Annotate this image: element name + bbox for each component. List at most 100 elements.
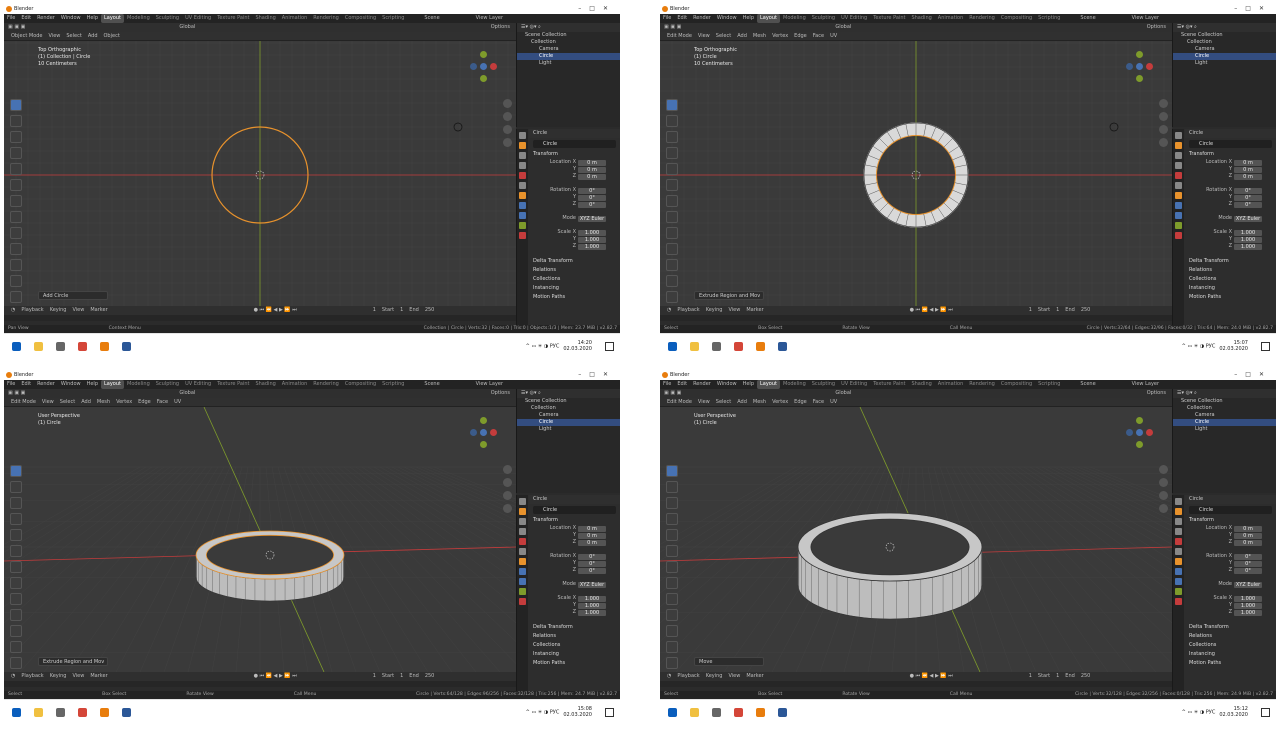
viewport-menu-item[interactable]: Edge <box>791 398 810 406</box>
section-relations[interactable]: Relations <box>1185 266 1276 275</box>
viewport-menu-item[interactable]: Object <box>101 32 123 40</box>
tab-workspace[interactable]: Modeling <box>124 380 153 389</box>
tab-workspace[interactable]: Texture Paint <box>214 14 252 23</box>
field-value[interactable]: XYZ Euler <box>578 215 606 222</box>
field-value[interactable]: 1.000 <box>1234 229 1262 236</box>
tool-button[interactable] <box>10 243 22 255</box>
field-value[interactable]: 0 m <box>578 539 606 546</box>
field-value[interactable]: 1.000 <box>578 229 606 236</box>
field-value[interactable]: 0° <box>578 567 606 574</box>
current-frame-field[interactable]: 1 <box>1026 306 1035 315</box>
menu-render[interactable]: Render <box>690 380 714 389</box>
tab-workspace[interactable]: Layout <box>101 380 124 389</box>
field-value[interactable]: 0° <box>578 201 606 208</box>
tool-button[interactable] <box>10 195 22 207</box>
collection-item[interactable]: Collection <box>1173 39 1276 46</box>
properties-tab-icon[interactable] <box>519 558 526 565</box>
marker-menu[interactable]: Marker <box>743 306 766 315</box>
properties-tab-icon[interactable] <box>1175 212 1182 219</box>
menu-file[interactable]: File <box>660 14 674 23</box>
field-value[interactable]: 0 m <box>1234 166 1262 173</box>
menu-help[interactable]: Help <box>84 14 101 23</box>
notification-icon[interactable] <box>605 708 614 717</box>
tab-workspace[interactable]: Compositing <box>342 380 379 389</box>
field-value[interactable]: 1.000 <box>1234 236 1262 243</box>
chrome-icon[interactable] <box>78 708 87 717</box>
tab-workspace[interactable]: UV Editing <box>182 14 214 23</box>
section-collections[interactable]: Collections <box>1185 275 1276 284</box>
grid-view-icon[interactable] <box>1159 504 1168 513</box>
blender-taskbar-icon[interactable] <box>100 342 109 351</box>
word-icon[interactable] <box>778 708 787 717</box>
field-value[interactable]: 0° <box>1234 553 1262 560</box>
properties-tab-icon[interactable] <box>519 152 526 159</box>
tool-button[interactable] <box>10 211 22 223</box>
tool-button[interactable] <box>666 291 678 303</box>
tab-workspace[interactable]: Modeling <box>780 380 809 389</box>
word-icon[interactable] <box>122 708 131 717</box>
section-delta-transform[interactable]: Delta Transform <box>529 257 620 266</box>
field-value[interactable]: 0 m <box>578 173 606 180</box>
camera-view-icon[interactable] <box>1159 125 1168 134</box>
last-operator-panel[interactable]: Move <box>694 657 764 666</box>
properties-tab-icon[interactable] <box>1175 588 1182 595</box>
section-motion-paths[interactable]: Motion Paths <box>529 293 620 302</box>
camera-item[interactable]: Camera <box>1173 412 1276 419</box>
tab-workspace[interactable]: Shading <box>252 14 278 23</box>
tool-button[interactable] <box>666 561 678 573</box>
tool-button[interactable] <box>10 99 22 111</box>
scene-collection-item[interactable]: Scene Collection <box>1173 398 1276 405</box>
properties-tab-icon[interactable] <box>519 182 526 189</box>
file-explorer-icon[interactable] <box>690 342 699 351</box>
chrome-icon[interactable] <box>734 342 743 351</box>
gizmo-axis-icon[interactable] <box>1146 429 1153 436</box>
field-value[interactable]: 0° <box>1234 187 1262 194</box>
field-value[interactable]: 1.000 <box>578 609 606 616</box>
start-menu-icon[interactable] <box>12 342 21 351</box>
orientation-dropdown[interactable]: Global <box>177 23 197 32</box>
viewport-menu-item[interactable]: Edit Mode <box>664 398 695 406</box>
viewport-menu-item[interactable]: Add <box>734 398 750 406</box>
grid-view-icon[interactable] <box>503 138 512 147</box>
tool-button[interactable] <box>666 609 678 621</box>
scene-selector[interactable]: Scene <box>1077 14 1098 23</box>
last-operator-panel[interactable]: Extrude Region and Mov <box>38 657 108 666</box>
viewport-menu-item[interactable]: Vertex <box>113 398 135 406</box>
field-value[interactable]: 1.000 <box>1234 243 1262 250</box>
field-value[interactable]: 0° <box>578 187 606 194</box>
properties-tab-icon[interactable] <box>1175 182 1182 189</box>
gizmo-axis-icon[interactable] <box>1126 63 1133 70</box>
tab-workspace[interactable]: UV Editing <box>182 380 214 389</box>
tool-button[interactable] <box>666 545 678 557</box>
menu-help[interactable]: Help <box>740 380 757 389</box>
gizmo-axis-icon[interactable] <box>480 441 487 448</box>
section-instancing[interactable]: Instancing <box>1185 284 1276 293</box>
tab-workspace[interactable]: Layout <box>101 14 124 23</box>
object-name-field[interactable]: Circle <box>1189 140 1272 148</box>
menu-help[interactable]: Help <box>84 380 101 389</box>
tool-button[interactable] <box>10 227 22 239</box>
gizmo-axis-icon[interactable] <box>1136 51 1143 58</box>
zoom-icon[interactable] <box>1159 465 1168 474</box>
tool-button[interactable] <box>10 259 22 271</box>
viewport-menu-item[interactable]: Edge <box>135 398 154 406</box>
menu-edit[interactable]: Edit <box>674 14 690 23</box>
viewport-menu-item[interactable]: Face <box>810 32 827 40</box>
tool-button[interactable] <box>666 465 678 477</box>
tab-workspace[interactable]: Modeling <box>124 14 153 23</box>
options-dropdown[interactable]: Options <box>1145 23 1168 32</box>
options-dropdown[interactable]: Options <box>489 23 512 32</box>
timeline-editor-icon[interactable]: ◔ <box>664 672 674 681</box>
orientation-dropdown[interactable]: Global <box>177 389 197 398</box>
tool-button[interactable] <box>666 497 678 509</box>
tool-button[interactable] <box>10 147 22 159</box>
window-controls[interactable]: –□✕ <box>1234 4 1272 14</box>
properties-tab-icon[interactable] <box>519 518 526 525</box>
gizmo-axis-icon[interactable] <box>470 63 477 70</box>
view-layer-selector[interactable]: View Layer <box>1129 14 1162 23</box>
properties-tab-icon[interactable] <box>519 588 526 595</box>
navigation-gizmo[interactable] <box>1124 415 1154 451</box>
properties-tab-icon[interactable] <box>519 212 526 219</box>
section-relations[interactable]: Relations <box>1185 632 1276 641</box>
tab-workspace[interactable]: Animation <box>279 14 311 23</box>
